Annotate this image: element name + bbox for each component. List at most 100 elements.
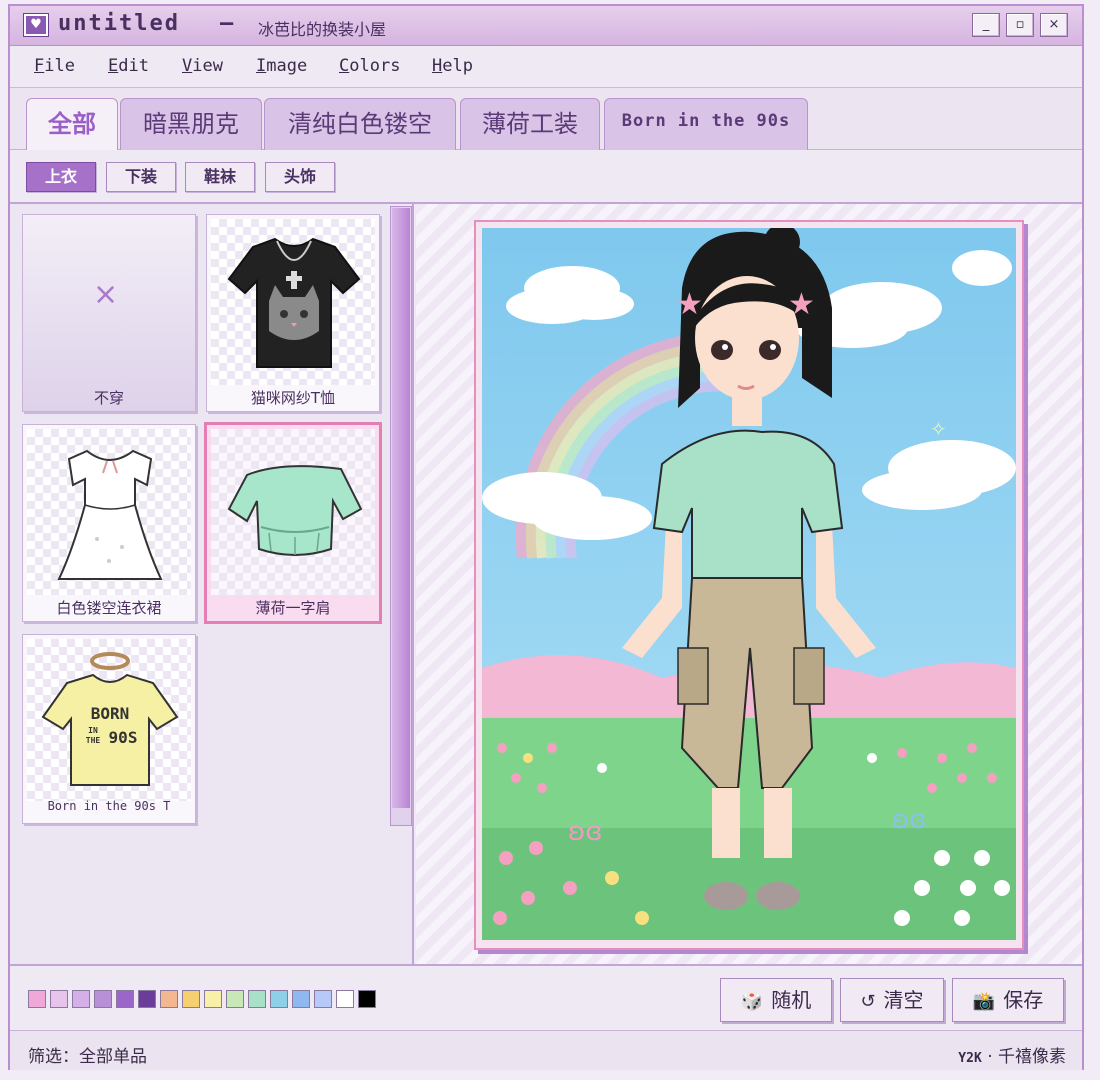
yellow-tshirt-icon: BORN IN THE 90S <box>41 652 179 786</box>
shirt-text-the: THE <box>86 736 101 745</box>
clear-label: 清空 <box>883 988 924 1012</box>
dice-icon: 🎲 <box>740 991 764 1012</box>
swatch-white[interactable] <box>336 990 354 1008</box>
tab-mint-cargo[interactable]: 薄荷工装 <box>460 98 600 150</box>
swatch-lilac[interactable] <box>72 990 90 1008</box>
grass-foreground <box>482 828 1016 940</box>
menu-view-key: V <box>182 56 193 76</box>
menu-image-rest: mage <box>266 56 308 76</box>
swatch-purple[interactable] <box>116 990 134 1008</box>
save-label: 保存 <box>1003 988 1044 1012</box>
credit-mono: Y2K <box>958 1051 982 1066</box>
shirt-text-born: BORN <box>91 704 130 723</box>
tab-all[interactable]: 全部 <box>26 98 118 150</box>
menu-edit[interactable]: Edit <box>108 56 149 76</box>
black-cat-tshirt-icon <box>227 237 361 368</box>
menu-view-rest: iew <box>192 56 223 76</box>
item-thumbnail-bg: BORN IN THE 90S <box>27 639 191 801</box>
swatch-mint[interactable] <box>248 990 266 1008</box>
scrollbar-thumb[interactable] <box>392 208 410 808</box>
doll-preview-frame: ✦ ✧ ʚɞ ʚɞ ★ ★ <box>474 220 1024 950</box>
menu-image-key: I <box>256 56 267 76</box>
credit-separator: · <box>987 1047 993 1067</box>
random-label: 随机 <box>771 988 812 1012</box>
menu-help-key: H <box>432 56 443 76</box>
menu-colors[interactable]: Colors <box>339 56 400 76</box>
subtab-shoes[interactable]: 鞋袜 <box>185 162 255 192</box>
swatch-dark-purple[interactable] <box>138 990 156 1008</box>
swatch-light-green[interactable] <box>226 990 244 1008</box>
swatch-yellow[interactable] <box>182 990 200 1008</box>
swatch-lavender[interactable] <box>94 990 112 1008</box>
menu-view[interactable]: View <box>182 56 223 76</box>
item-panel: × 不穿 猫咪网纱T恤 白色镂空连衣裙 薄荷一字肩 BORN IN THE 90… <box>10 204 414 964</box>
butterfly-icon: ʚɞ <box>568 817 603 847</box>
item-label: 白色镂空连衣裙 <box>56 599 162 617</box>
swatch-blue[interactable] <box>292 990 310 1008</box>
tab-born-90s[interactable]: Born in the 90s <box>604 98 808 150</box>
credit-text: Y2K · 千禧像素 <box>958 1042 1066 1067</box>
category-subtabs: 上衣 下装 鞋袜 头饰 <box>10 150 1082 204</box>
subtab-bottoms[interactable]: 下装 <box>106 162 176 192</box>
doll-preview-image: ✦ ✧ ʚɞ ʚɞ ★ ★ <box>482 228 1016 940</box>
menu-file-rest: ile <box>44 56 75 76</box>
camera-icon: 📸 <box>972 991 996 1012</box>
subtab-headwear[interactable]: 头饰 <box>265 162 335 192</box>
swatch-sky[interactable] <box>270 990 288 1008</box>
item-scrollbar[interactable] <box>390 206 412 826</box>
random-button[interactable]: 🎲 随机 <box>720 978 832 1022</box>
menu-help[interactable]: Help <box>432 56 473 76</box>
swatch-periwinkle[interactable] <box>314 990 332 1008</box>
subtab-tops[interactable]: 上衣 <box>26 162 96 192</box>
sparkle-icon: ✦ <box>552 303 570 328</box>
item-white-lace-dress[interactable]: 白色镂空连衣裙 <box>22 424 196 622</box>
x-icon: × <box>93 277 119 312</box>
maximize-button[interactable]: ▫ <box>1006 13 1034 37</box>
tab-dark-punk[interactable]: 暗黑朋克 <box>120 98 262 150</box>
filter-status: 筛选：全部单品 <box>28 1047 147 1067</box>
preview-area: ✦ ✧ ʚɞ ʚɞ ★ ★ <box>416 204 1082 964</box>
menu-file-key: F <box>34 56 45 76</box>
item-label: 猫咪网纱T恤 <box>250 389 336 407</box>
credit-label: 千禧像素 <box>998 1047 1066 1067</box>
minimize-button[interactable]: _ <box>972 13 1000 37</box>
star-hairclip-icon: ★ <box>788 287 815 322</box>
item-none[interactable]: × 不穿 <box>22 214 196 412</box>
menu-image[interactable]: Image <box>256 56 307 76</box>
white-dress-icon <box>57 449 163 580</box>
title-bar: ♥ untitled — 冰芭比的换装小屋 _ ▫ × <box>10 6 1082 46</box>
menu-edit-key: E <box>108 56 119 76</box>
title-separator: — <box>220 11 234 36</box>
menu-file[interactable]: File <box>34 56 75 76</box>
butterfly-icon: ʚɞ <box>892 805 927 835</box>
close-button[interactable]: × <box>1040 13 1068 37</box>
item-label: 薄荷一字肩 <box>255 599 331 617</box>
sparkle-icon: ✧ <box>930 417 947 441</box>
status-bar: 筛选：全部单品 Y2K · 千禧像素 <box>10 1030 1082 1070</box>
item-born-90s-tee[interactable]: BORN IN THE 90S Born in the 90s T <box>22 634 196 824</box>
swatch-peach[interactable] <box>160 990 178 1008</box>
clear-button[interactable]: ↺ 清空 <box>840 978 944 1022</box>
swatch-black[interactable] <box>358 990 376 1008</box>
app-window: ♥ untitled — 冰芭比的换装小屋 _ ▫ × File Edit Vi… <box>8 4 1084 1070</box>
window-title: untitled <box>58 11 180 36</box>
style-tabs: 全部 暗黑朋克 清纯白色镂空 薄荷工装 Born in the 90s <box>10 88 1082 150</box>
swatch-light-lilac[interactable] <box>50 990 68 1008</box>
menu-help-rest: elp <box>442 56 473 76</box>
menu-colors-key: C <box>339 56 350 76</box>
menu-colors-rest: olors <box>349 56 401 76</box>
heart-app-icon: ♥ <box>23 13 49 37</box>
item-thumbnail-bg <box>211 429 375 595</box>
item-thumbnail-bg <box>211 219 375 385</box>
shirt-text-in: IN <box>88 726 98 735</box>
swatch-pink[interactable] <box>28 990 46 1008</box>
tab-white-lace[interactable]: 清纯白色镂空 <box>264 98 456 150</box>
save-button[interactable]: 📸 保存 <box>952 978 1064 1022</box>
item-cat-mesh-tee[interactable]: 猫咪网纱T恤 <box>206 214 380 412</box>
mint-top-icon <box>227 465 363 556</box>
bottom-toolbar: 🎲 随机 ↺ 清空 📸 保存 <box>10 964 1082 1030</box>
menu-edit-rest: dit <box>118 56 149 76</box>
item-mint-off-shoulder[interactable]: 薄荷一字肩 <box>204 422 382 624</box>
swatch-cream[interactable] <box>204 990 222 1008</box>
cloud-icon <box>952 250 1012 286</box>
